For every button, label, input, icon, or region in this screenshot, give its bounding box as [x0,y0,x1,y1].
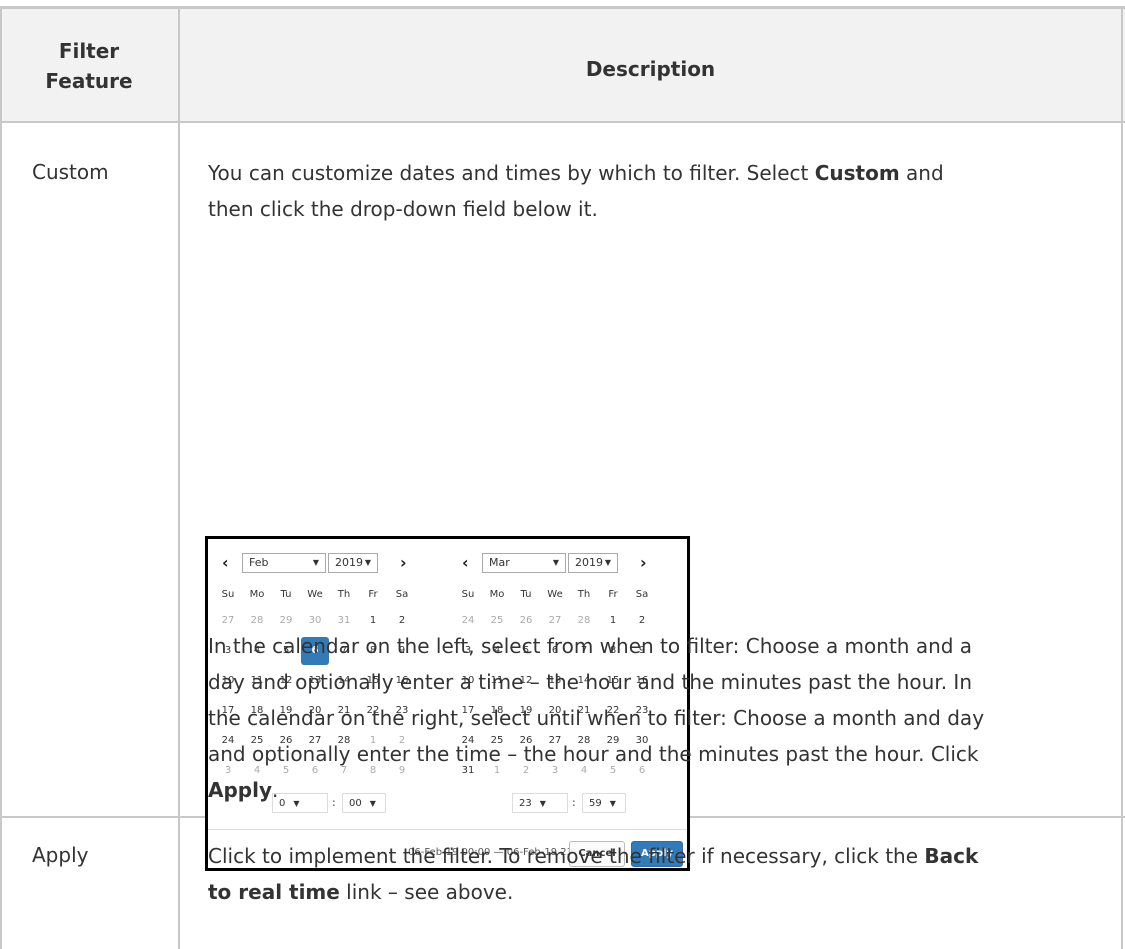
row-apply-description: Click to implement the filter. To remove… [208,838,1113,910]
next-month-icon[interactable]: › [640,553,647,573]
text-line: Click to implement the filter. To remove… [208,844,979,868]
row-custom-after: In the calendar on the left, select from… [208,628,1108,808]
weekday-label: Th [337,589,351,600]
text-line: then click the drop-down field below it. [208,197,598,221]
document-page: Filter Feature Description Custom You ca… [0,0,1125,949]
bold-term: Custom [814,161,900,185]
year-select[interactable]: 2019 ▼ [328,553,378,573]
text-line: Apply. [208,778,279,802]
prev-month-icon[interactable]: ‹ [462,553,469,573]
bold-term: to real time [208,880,340,904]
table-border-right [1121,6,1123,949]
weekday-label: Tu [520,589,532,600]
weekday-label: Sa [635,589,649,600]
table-border-left [0,6,2,949]
prev-month-icon[interactable]: ‹ [222,553,229,573]
text-line: In the calendar on the left, select from… [208,634,973,658]
weekday-label: Fr [608,589,618,600]
header-filter-feature: Filter Feature [0,36,178,96]
weekday-label: We [547,589,563,600]
next-month-icon[interactable]: › [400,553,407,573]
table-border-top [0,6,1125,9]
weekday-label: Su [221,589,235,600]
text-line: the calendar on the right, select until … [208,706,985,730]
text-line: to real time link – see above. [208,880,514,904]
weekday-label: Tu [280,589,292,600]
chevron-down-icon: ▼ [364,558,371,567]
row-custom-feature: Custom [32,160,109,184]
weekday-label: Mo [489,589,505,600]
text-line: You can customize dates and times by whi… [208,161,944,185]
chevron-down-icon: ▼ [604,558,611,567]
header-line: Filter [58,39,120,63]
text-line: and optionally enter the time – the hour… [208,742,979,766]
header-description: Description [585,57,716,81]
text-line: day and optionally enter a time – the ho… [208,670,972,694]
weekday-label: Sa [395,589,409,600]
weekday-label: Mo [249,589,265,600]
month-select[interactable]: Feb ▼ [242,553,326,573]
bold-term: Apply [208,778,273,802]
month-select[interactable]: Mar ▼ [482,553,566,573]
chevron-down-icon: ▼ [312,558,319,567]
header-line: Feature [45,69,133,93]
weekday-label: Fr [368,589,378,600]
footer-divider [208,829,687,830]
year-select[interactable]: 2019 ▼ [568,553,618,573]
weekday-label: We [307,589,323,600]
weekday-label: Su [461,589,475,600]
bold-term: Back [924,844,979,868]
weekday-label: Th [577,589,591,600]
table-border-col [178,6,180,949]
row-custom-intro: You can customize dates and times by whi… [208,155,1108,227]
table-border-header [0,121,1125,123]
row-apply-feature: Apply [32,843,89,867]
chevron-down-icon: ▼ [552,558,559,567]
